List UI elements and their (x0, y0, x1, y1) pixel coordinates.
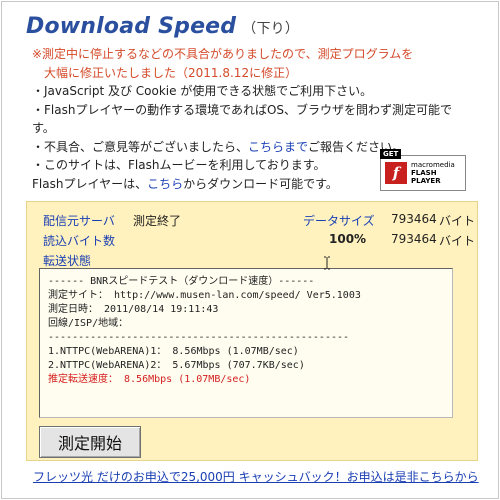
flash-player-badge[interactable]: GET f macromedia FLASH PLAYER (380, 149, 466, 191)
result-divider: ----------------------------------------… (48, 332, 350, 343)
flash-download-link[interactable]: こちら (147, 177, 183, 191)
data-size-value: 793464 (391, 212, 437, 226)
badge-brand: macromedia (411, 161, 455, 169)
notice-download-pre: Flashプレイヤーは、 (32, 176, 148, 191)
progress-percent: 100% (329, 232, 367, 246)
notice-revision: ※測定中に停止するなどの不具合がありましたので、測定プログラムを 大幅に修正いた… (32, 45, 482, 82)
source-server-link[interactable]: 配信元サーバ (43, 212, 115, 229)
flash-logo-icon: f (385, 162, 407, 184)
result-datetime: 測定日時： 2011/08/14 19:11:43 (48, 304, 219, 315)
notice-download-post: からダウンロード可能です。 (183, 176, 338, 191)
data-size-link[interactable]: データサイズ (303, 212, 375, 229)
notice-flash-env-1: ・Flashプレイヤーの動作する環境であればOS、ブラウザを問わず測定可能で (32, 102, 453, 117)
text-cursor-icon (324, 256, 330, 270)
page-frame: Download Speed （下り） ※測定中に停止するなどの不具合がありました… (1, 1, 499, 499)
notice-revision-line1: ※測定中に停止するなどの不具合がありましたので、測定プログラムを (32, 47, 414, 61)
notice-flash-env-2: す。 (32, 121, 55, 135)
flets-promo-link[interactable]: フレッツ光 だけのお申込で25,000円 キャッシュバック！お申込は是非こちらか… (33, 468, 479, 485)
read-bytes-unit: バイト (439, 234, 476, 248)
contact-link[interactable]: こちらまで (248, 140, 308, 154)
notice-revision-line2: 大幅に修正いたしました（2011.8.12に修正） (44, 65, 298, 80)
read-bytes-link[interactable]: 読込バイト数 (43, 232, 115, 249)
result-line-2: 2.NTTPC(WebARENA)2： 5.67Mbps (707.7KB/se… (48, 360, 305, 371)
badge-product-2: PLAYER (411, 177, 441, 185)
transfer-status-link[interactable]: 転送状態 (43, 252, 91, 269)
result-textarea[interactable]: ------ BNRスピードテスト（ダウンロード速度）------ 測定サイト： … (39, 268, 453, 418)
data-size-unit: バイト (439, 214, 476, 228)
result-estimate: 推定転送速度： 8.56Mbps (1.07MB/sec) (48, 374, 251, 385)
badge-text: macromedia FLASH PLAYER (411, 161, 455, 185)
notice-javascript: ・JavaScript 及び Cookie が使用できる状態でご利用下さい。 (32, 84, 373, 98)
start-measurement-button[interactable]: 測定開始 (39, 426, 141, 458)
title-text: Download Speed (26, 14, 237, 39)
title-subtitle: （下り） (242, 21, 300, 37)
page-title: Download Speed （下り） (26, 14, 299, 39)
notice-contact: ・不具合、ご意見等がございましたら、こちらまでご報告ください。 (32, 138, 482, 157)
result-site: 測定サイト： http://www.musen-lan.com/speed/ V… (48, 290, 361, 301)
badge-get-label: GET (380, 149, 402, 159)
speed-test-panel: 配信元サーバ 測定終了 データサイズ 793464 バイト 読込バイト数 100… (26, 201, 478, 461)
result-line-1: 1.NTTPC(WebARENA)1： 8.56Mbps (1.07MB/sec… (48, 346, 299, 357)
badge-product-1: FLASH (411, 169, 437, 177)
result-line-isp: 回線/ISP/地域： (48, 318, 129, 329)
notice-contact-pre: ・不具合、ご意見等がございましたら、 (32, 139, 249, 154)
read-bytes-value: 793464 (391, 232, 437, 246)
status-value: 測定終了 (133, 214, 182, 228)
result-heading: ------ BNRスピードテスト（ダウンロード速度）------ (48, 276, 315, 287)
